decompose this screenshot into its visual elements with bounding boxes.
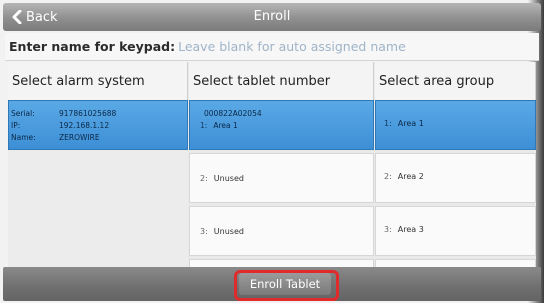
area-group-column: Select area group 1: Area 1 2: Area 2 3: Ar…: [375, 62, 536, 267]
area-line: 3: Area 3: [384, 225, 424, 234]
tablet-item-3[interactable]: 3: Unused: [189, 206, 374, 256]
name-row: Name: ZEROWIRE: [11, 133, 100, 142]
tablet-number-column: Select tablet number 000822A02054 1: Area…: [189, 62, 374, 267]
area-group-item-2[interactable]: 2: Area 2: [375, 153, 536, 203]
ip-value: 192.168.1.12: [59, 121, 110, 130]
title-bar: Back Enroll: [3, 3, 541, 31]
tablet-item-2[interactable]: 2: Unused: [189, 153, 374, 203]
serial-row: Serial: 917861025688: [11, 109, 116, 118]
enroll-tablet-button[interactable]: Enroll Tablet: [239, 273, 331, 295]
empty-list-area: [8, 150, 188, 267]
alarm-system-column: Select alarm system Serial: 917861025688 …: [8, 62, 188, 267]
tablet-serial: 000822A02054: [204, 109, 262, 118]
tablet-index: 3:: [200, 227, 208, 236]
area-group-header: Select area group: [375, 62, 536, 100]
area-label: Area 1: [397, 119, 424, 128]
area-line: 2: Area 2: [384, 172, 424, 181]
tablet-line: 3: Unused: [200, 227, 244, 236]
keypad-name-label: Enter name for keypad:: [9, 39, 176, 54]
page-title: Enroll: [253, 9, 291, 24]
ip-key: IP:: [11, 121, 21, 130]
ip-row: IP: 192.168.1.12: [11, 121, 109, 130]
keypad-name-input[interactable]: [178, 39, 539, 54]
tablet-line: 2: Unused: [200, 174, 244, 183]
area-group-item-partial[interactable]: [375, 259, 536, 267]
area-group-item-1[interactable]: 1: Area 1: [375, 100, 536, 150]
name-value: ZEROWIRE: [59, 133, 100, 142]
serial-key: Serial:: [11, 109, 35, 118]
tablet-area-line: 1: Area 1: [200, 121, 238, 130]
area-group-item-3[interactable]: 3: Area 3: [375, 206, 536, 256]
enroll-table: Select alarm system Serial: 917861025688 …: [8, 62, 536, 267]
area-label: Area 3: [397, 225, 424, 234]
tablet-index: 1:: [200, 121, 208, 130]
bottom-bar: Enroll Tablet: [3, 267, 541, 301]
tablet-number-header: Select tablet number: [189, 62, 374, 100]
area-line: 1: Area 1: [384, 119, 424, 128]
keypad-name-row: Enter name for keypad:: [5, 33, 539, 61]
tablet-label: Unused: [213, 174, 244, 183]
tablet-item-1[interactable]: 000822A02054 1: Area 1: [189, 100, 374, 150]
area-index: 3:: [384, 225, 392, 234]
area-index: 1:: [384, 119, 392, 128]
tablet-index: 2:: [200, 174, 208, 183]
alarm-system-header: Select alarm system: [8, 62, 188, 100]
tablet-item-partial[interactable]: [189, 259, 374, 267]
serial-value: 917861025688: [59, 109, 117, 118]
tablet-area: Area 1: [213, 121, 238, 130]
name-key: Name:: [11, 133, 36, 142]
tablet-label: Unused: [213, 227, 244, 236]
area-index: 2:: [384, 172, 392, 181]
alarm-system-item[interactable]: Serial: 917861025688 IP: 192.168.1.12 Name…: [8, 100, 188, 150]
area-label: Area 2: [397, 172, 424, 181]
